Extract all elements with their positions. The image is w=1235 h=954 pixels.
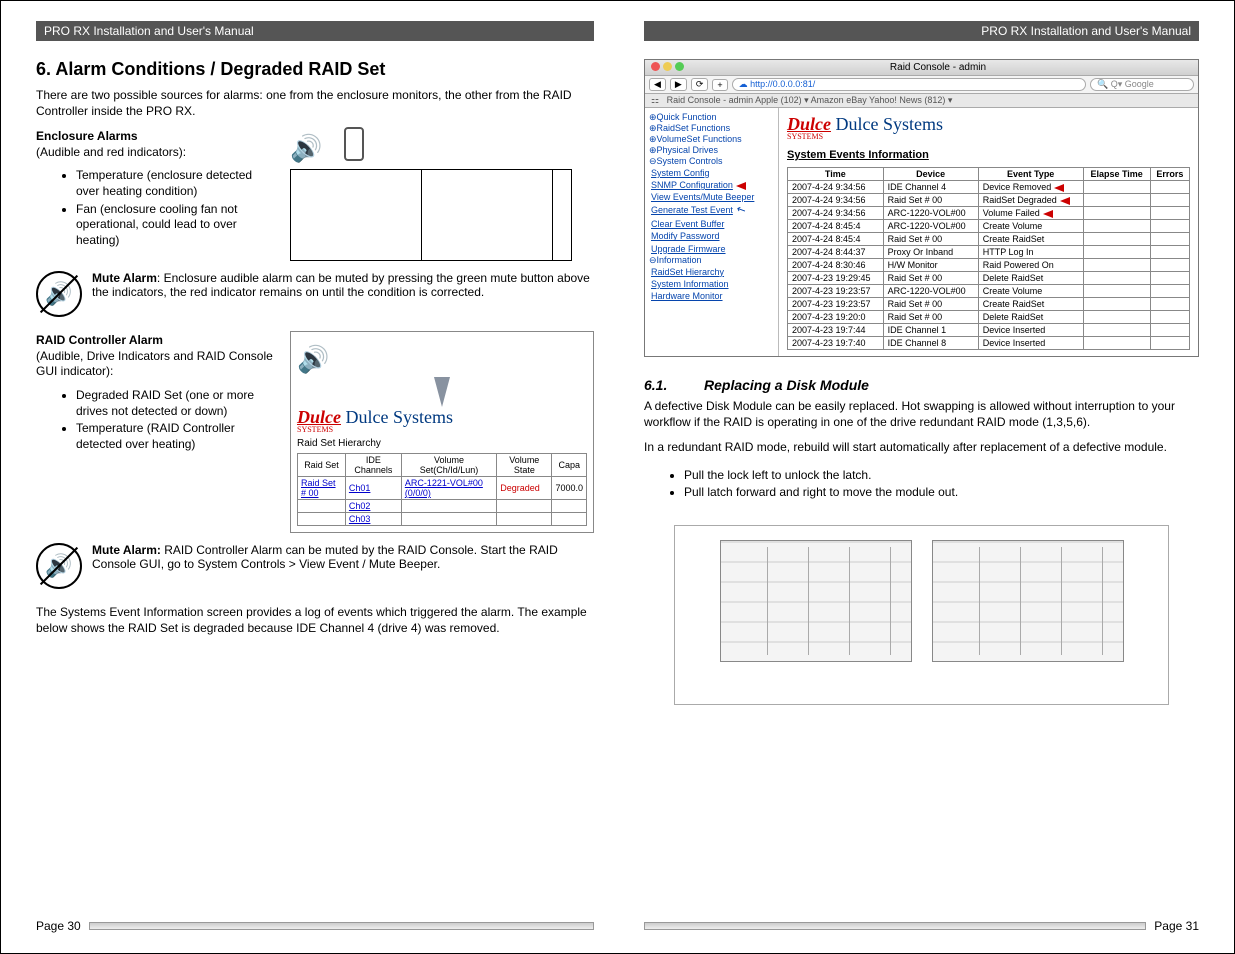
mute-alarm-icon-2: 🔊 (36, 543, 82, 589)
page-number-right: Page 31 (1154, 919, 1199, 933)
raid-alarm-sub: (Audible, Drive Indicators and RAID Cons… (36, 349, 273, 379)
browser-screenshot: Raid Console - admin ◀ ▶ ⟳ + ☁ http://0.… (644, 59, 1199, 357)
replace-p1: A defective Disk Module can be easily re… (644, 399, 1199, 430)
sidebar-link[interactable]: Upgrade Firmware (651, 243, 774, 255)
sidebar-group[interactable]: ⊕VolumeSet Functions (649, 134, 774, 145)
sidebar-nav: ⊕Quick Function⊕RaidSet Functions⊕Volume… (645, 108, 779, 356)
forward-button[interactable]: ▶ (670, 78, 687, 91)
page-number-left: Page 30 (36, 919, 81, 933)
speaker-icon: 🔊 (290, 133, 322, 164)
table-row: 2007-4-23 19:20:0Raid Set # 00Delete Rai… (788, 311, 1190, 324)
sidebar-group[interactable]: ⊖System Controls (649, 156, 774, 167)
sidebar-link[interactable]: RaidSet Hierarchy (651, 266, 774, 278)
sidebar-link[interactable]: Hardware Monitor (651, 290, 774, 302)
speaker-icon-2: 🔊 (297, 344, 329, 375)
sidebar-link[interactable]: View Events/Mute Beeper (651, 191, 774, 203)
sidebar-link[interactable]: System Config (651, 167, 774, 179)
table-row: 2007-4-23 19:7:44IDE Channel 1Device Ins… (788, 324, 1190, 337)
enclosure-alarms-sub: (Audible and red indicators): (36, 145, 186, 159)
fan-icon (344, 127, 364, 161)
sidebar-group[interactable]: ⊕RaidSet Functions (649, 123, 774, 134)
page-header-right: PRO RX Installation and User's Manual (644, 21, 1199, 41)
mute-alarm-icon: 🔊 (36, 271, 82, 317)
bookmarks-bar[interactable]: ⚏ Raid Console - admin Apple (102) ▾ Ama… (645, 94, 1198, 108)
events-table-title: System Events Information (787, 149, 1190, 161)
sidebar-link[interactable]: Generate Test Event↖ (651, 203, 774, 218)
footer-bar-right (644, 922, 1146, 930)
sidebar-link[interactable]: System Information (651, 278, 774, 290)
sidebar-link[interactable]: Clear Event Buffer (651, 218, 774, 230)
down-arrow-icon (434, 377, 450, 407)
raid-console-mini-figure: 🔊 Dulce Dulce Systems SYSTEMS Raid Set H… (290, 331, 594, 533)
table-row: 2007-4-24 9:34:56ARC-1220-VOL#00Volume F… (788, 207, 1190, 220)
sidebar-group[interactable]: ⊕Physical Drives (649, 145, 774, 156)
section-6-1-heading: 6.1.Replacing a Disk Module (644, 377, 1199, 393)
enclosure-alarms-title: Enclosure Alarms (36, 129, 138, 143)
disk-module-figure (674, 525, 1169, 705)
enclosure-bullets: Temperature (enclosure detected over hea… (36, 168, 276, 248)
mute-alarm-2-text: Mute Alarm: RAID Controller Alarm can be… (92, 543, 594, 589)
table-row: 2007-4-23 19:23:57Raid Set # 00Create Ra… (788, 298, 1190, 311)
table-row: 2007-4-24 9:34:56IDE Channel 4Device Rem… (788, 181, 1190, 194)
table-row: 2007-4-24 8:45:4ARC-1220-VOL#00Create Vo… (788, 220, 1190, 233)
back-button[interactable]: ◀ (649, 78, 666, 91)
raid-bullets: Degraded RAID Set (one or more drives no… (36, 388, 276, 452)
footer-bar (89, 922, 594, 930)
enclosure-figure: 🔊 (290, 127, 594, 261)
intro-text: There are two possible sources for alarm… (36, 88, 594, 119)
reload-button[interactable]: ⟳ (691, 78, 709, 91)
add-button[interactable]: + (712, 79, 727, 91)
url-bar[interactable]: ☁ http://0.0.0.0:81/ (732, 78, 1086, 91)
table-row: 2007-4-24 8:44:37Proxy Or InbandHTTP Log… (788, 246, 1190, 259)
sidebar-link[interactable]: SNMP Configuration (651, 179, 774, 191)
table-row: 2007-4-23 19:23:57ARC-1220-VOL#00Create … (788, 285, 1190, 298)
replace-p2: In a redundant RAID mode, rebuild will s… (644, 440, 1199, 456)
table-row: 2007-4-23 19:29:45Raid Set # 00Delete Ra… (788, 272, 1190, 285)
sidebar-group[interactable]: ⊕Quick Function (649, 112, 774, 123)
sidebar-group[interactable]: ⊖Information (649, 255, 774, 266)
table-row: 2007-4-24 9:34:56Raid Set # 00RaidSet De… (788, 194, 1190, 207)
raid-alarm-title: RAID Controller Alarm (36, 333, 163, 347)
window-title: Raid Console - admin (890, 62, 986, 73)
page-header-left: PRO RX Installation and User's Manual (36, 21, 594, 41)
replace-bullets: Pull the lock left to unlock the latch. … (644, 468, 1199, 503)
system-events-table: TimeDeviceEvent TypeElapse TimeErrors200… (787, 167, 1190, 350)
table-row: 2007-4-24 8:45:4Raid Set # 00Create Raid… (788, 233, 1190, 246)
closing-paragraph: The Systems Event Information screen pro… (36, 605, 594, 636)
sidebar-link[interactable]: Modify Password (651, 230, 774, 242)
section-6-heading: 6. Alarm Conditions / Degraded RAID Set (36, 59, 594, 80)
mute-alarm-1-text: Mute Alarm: Enclosure audible alarm can … (92, 271, 594, 317)
table-row: 2007-4-23 19:7:40IDE Channel 8Device Ins… (788, 337, 1190, 350)
table-row: 2007-4-24 8:30:46H/W MonitorRaid Powered… (788, 259, 1190, 272)
search-field[interactable]: 🔍 Q▾ Google (1090, 78, 1194, 91)
